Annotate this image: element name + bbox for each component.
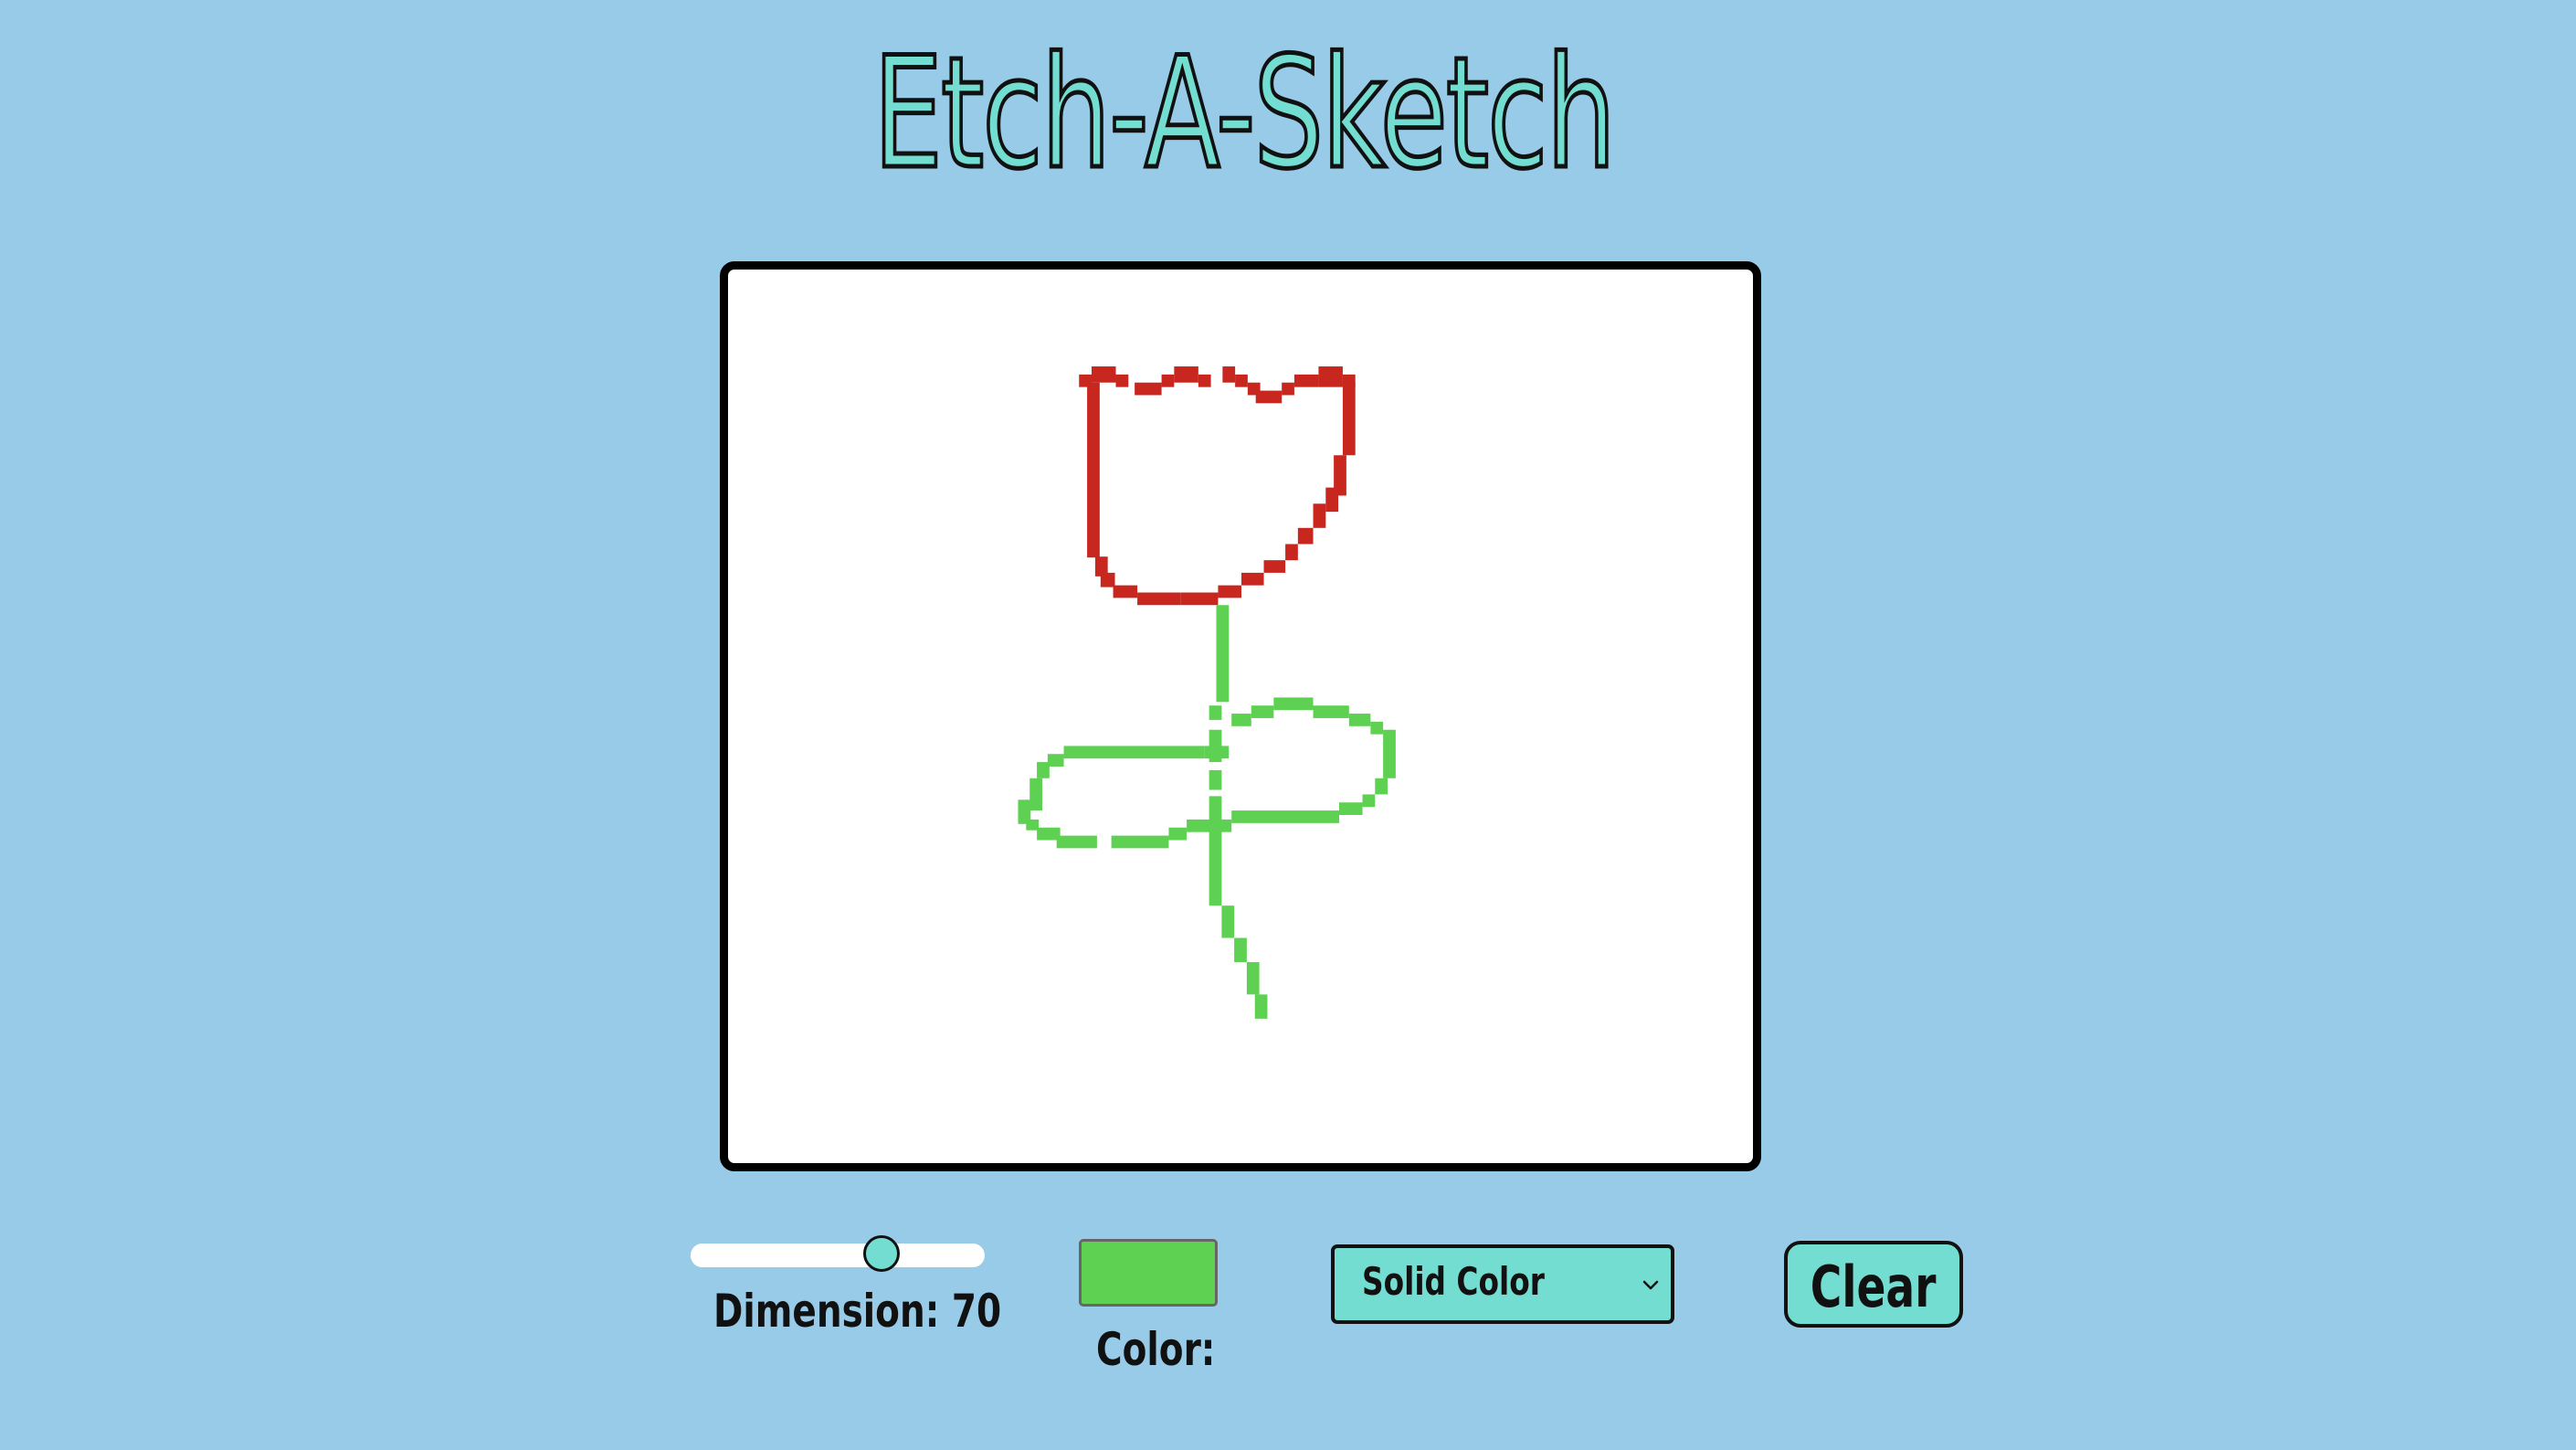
clear-button-label: Clear — [1811, 1254, 1937, 1321]
clear-button[interactable]: Clear — [1784, 1241, 1963, 1328]
flower-stem-drawing — [1018, 605, 1396, 1019]
chevron-down-icon — [1642, 1280, 1659, 1290]
dimension-slider-thumb[interactable] — [863, 1235, 901, 1272]
page-title: Etch-A-Sketch — [871, 24, 1618, 203]
dimension-label: Dimension: 70 — [713, 1285, 1002, 1338]
dimension-slider-fill — [691, 1244, 882, 1267]
flower-head-drawing — [1079, 366, 1356, 606]
color-label: Color: — [1096, 1323, 1216, 1376]
title-container: Etch-A-Sketch — [0, 24, 2486, 203]
sketch-board[interactable] — [720, 261, 1761, 1171]
mode-select[interactable]: Solid Color — [1331, 1244, 1674, 1324]
color-picker[interactable] — [1079, 1239, 1218, 1307]
dimension-slider[interactable] — [691, 1235, 985, 1272]
sketch-drawing — [1018, 366, 1396, 1019]
mode-select-value: Solid Color — [1362, 1259, 1545, 1304]
